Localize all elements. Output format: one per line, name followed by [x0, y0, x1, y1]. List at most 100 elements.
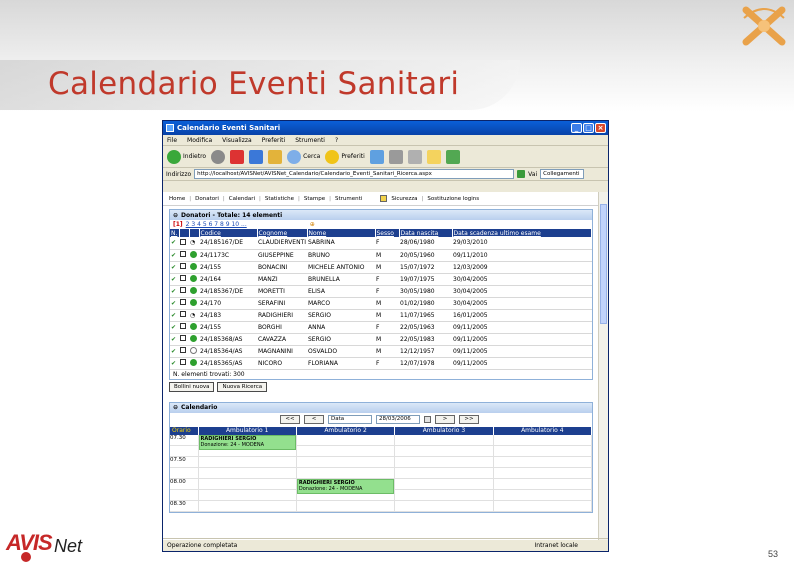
- schedule-slot[interactable]: [296, 467, 396, 479]
- nav-strumenti[interactable]: Strumenti: [335, 196, 362, 202]
- schedule-slot[interactable]: [394, 434, 494, 446]
- col-data-scadenza[interactable]: Data scadenza ultimo esame: [452, 229, 592, 237]
- minimize-button[interactable]: _: [571, 123, 582, 133]
- check-icon[interactable]: ✔: [171, 239, 176, 246]
- next-button[interactable]: >: [435, 415, 455, 424]
- menu-tools[interactable]: Strumenti: [295, 137, 325, 144]
- table-row[interactable]: ✔ ◔ 24/183 RADIGHIERI SERGIO M 11/07/1965 16/01…: [170, 309, 592, 322]
- messenger-icon[interactable]: [445, 149, 460, 164]
- folder-icon[interactable]: [426, 149, 441, 164]
- save-icon[interactable]: [180, 347, 186, 353]
- check-icon[interactable]: ✔: [171, 288, 176, 295]
- nav-calendari[interactable]: Calendari: [229, 196, 255, 202]
- check-icon[interactable]: ✔: [171, 312, 176, 319]
- forward-arrow-icon[interactable]: [211, 149, 226, 164]
- go-arrow-icon[interactable]: [517, 170, 526, 178]
- appointment-block[interactable]: RADIGHIERI SERGIO Donazione: 24 - MODENA: [198, 434, 296, 450]
- save-icon[interactable]: [180, 275, 186, 281]
- check-icon[interactable]: ✔: [171, 264, 176, 271]
- nav-sicurezza[interactable]: Sicurezza: [391, 196, 417, 202]
- appointment-block[interactable]: RADIGHIERI SERGIO Donazione: 24 - MODENA: [296, 479, 395, 494]
- check-icon[interactable]: ✔: [171, 348, 176, 355]
- scroll-thumb[interactable]: [600, 204, 607, 324]
- bollini-nuova-button[interactable]: Bollini nuova: [169, 381, 215, 392]
- schedule-slot[interactable]: [394, 445, 494, 457]
- save-icon[interactable]: [180, 287, 186, 293]
- schedule-slot[interactable]: [493, 445, 593, 457]
- schedule-slot[interactable]: [296, 445, 396, 457]
- schedule-slot[interactable]: RADIGHIERI SERGIO Donazione: 24 - MODENA: [198, 434, 297, 450]
- links-field[interactable]: Collegamenti: [540, 169, 585, 179]
- history-icon[interactable]: [369, 149, 384, 164]
- go-label[interactable]: Vai: [528, 171, 537, 178]
- prev-fast-button[interactable]: <<: [280, 415, 300, 424]
- schedule-slot[interactable]: [198, 456, 297, 468]
- prev-button[interactable]: <: [304, 415, 324, 424]
- table-row[interactable]: ✔ 24/185368/AS CAVAZZA SERGIO M 22/05/1983 09/…: [170, 333, 592, 346]
- refresh-icon[interactable]: [249, 149, 264, 164]
- check-icon[interactable]: ✔: [171, 324, 176, 331]
- back-button[interactable]: Indietro: [167, 149, 206, 164]
- schedule-slot[interactable]: [493, 478, 593, 490]
- schedule-slot[interactable]: [296, 456, 396, 468]
- menu-favorites[interactable]: Preferiti: [262, 137, 286, 144]
- check-icon[interactable]: ✔: [171, 252, 176, 259]
- menu-edit[interactable]: Modifica: [187, 137, 212, 144]
- save-icon[interactable]: [180, 323, 186, 329]
- table-row[interactable]: ✔ 24/185365/AS NICORO FLORIANA F 12/07/1978 09…: [170, 357, 592, 370]
- table-row[interactable]: ✔ 24/155 BORGHI ANNA F 22/05/1963 09/11/2005: [170, 321, 592, 334]
- nav-stampe[interactable]: Stampe: [304, 196, 325, 202]
- home-icon[interactable]: [268, 149, 283, 164]
- col-n[interactable]: N.: [170, 229, 180, 237]
- table-row[interactable]: ✔ 24/170 SERAFINI MARCO M 01/02/1980 30/04/200…: [170, 297, 592, 310]
- schedule-slot[interactable]: [394, 489, 494, 501]
- schedule-slot[interactable]: [198, 489, 297, 501]
- col-cognome[interactable]: Cognome: [257, 229, 308, 237]
- check-icon[interactable]: ✔: [171, 336, 176, 343]
- schedule-slot[interactable]: [296, 500, 396, 512]
- schedule-slot[interactable]: [394, 467, 494, 479]
- col-data-nascita[interactable]: Data nascita: [399, 229, 453, 237]
- table-row[interactable]: ✔ 24/185367/DE MORETTI ELISA F 30/05/1980 30/0…: [170, 285, 592, 298]
- save-icon[interactable]: [180, 359, 186, 365]
- schedule-slot[interactable]: [198, 478, 297, 490]
- col-codice[interactable]: Codice: [199, 229, 258, 237]
- col-sesso[interactable]: Sesso: [375, 229, 400, 237]
- table-row[interactable]: ✔ 24/1173C GIUSEPPINE BRUNO M 20/05/1960 09/11…: [170, 249, 592, 262]
- schedule-slot[interactable]: [493, 489, 593, 501]
- nav-donatori[interactable]: Donatori: [195, 196, 219, 202]
- address-input[interactable]: http://localhost/AVISNet/AVISNet_Calenda…: [194, 169, 515, 179]
- schedule-slot[interactable]: [394, 500, 494, 512]
- table-row[interactable]: ✔ 24/155 BONACINI MICHELE ANTONIO M 15/07/197…: [170, 261, 592, 274]
- menu-view[interactable]: Visualizza: [222, 137, 252, 144]
- table-row[interactable]: ✔ 24/164 MANZI BRUNELLA F 19/07/1975 30/04/200…: [170, 273, 592, 286]
- next-fast-button[interactable]: >>: [459, 415, 479, 424]
- nuova-ricerca-button[interactable]: Nuova Ricerca: [217, 381, 268, 392]
- search-button[interactable]: Cerca: [287, 149, 320, 164]
- menu-help[interactable]: ?: [335, 137, 338, 144]
- collapse-icon[interactable]: ⊖: [173, 212, 178, 219]
- favorites-button[interactable]: Preferiti: [325, 149, 365, 164]
- nav-statistiche[interactable]: Statistiche: [265, 196, 294, 202]
- calendar-picker-icon[interactable]: [424, 416, 431, 423]
- nav-sostituzione[interactable]: Sostituzione logins: [427, 196, 479, 202]
- nav-home[interactable]: Home: [169, 196, 185, 202]
- menu-file[interactable]: File: [167, 137, 177, 144]
- table-row[interactable]: ✔ ◔ 24/185167/DE CLAUDIERVENTI SABRINA F 28/06…: [170, 237, 592, 250]
- save-icon[interactable]: [180, 335, 186, 341]
- check-icon[interactable]: ✔: [171, 276, 176, 283]
- save-icon[interactable]: [180, 238, 186, 245]
- save-icon[interactable]: [180, 263, 186, 269]
- schedule-slot[interactable]: [198, 500, 297, 512]
- save-icon[interactable]: [180, 311, 186, 317]
- table-row[interactable]: ✔ 24/185364/AS MAGNANINI OSVALDO M 12/12/1957…: [170, 345, 592, 358]
- check-icon[interactable]: ✔: [171, 300, 176, 307]
- stop-icon[interactable]: [230, 149, 245, 164]
- col-nome[interactable]: Nome: [307, 229, 376, 237]
- edit-icon[interactable]: [407, 149, 422, 164]
- schedule-slot[interactable]: [394, 478, 494, 490]
- date-label-field[interactable]: Data: [328, 415, 372, 424]
- calendar-collapse-icon[interactable]: ⊖: [173, 404, 178, 411]
- schedule-slot[interactable]: [394, 456, 494, 468]
- schedule-slot[interactable]: [493, 434, 593, 446]
